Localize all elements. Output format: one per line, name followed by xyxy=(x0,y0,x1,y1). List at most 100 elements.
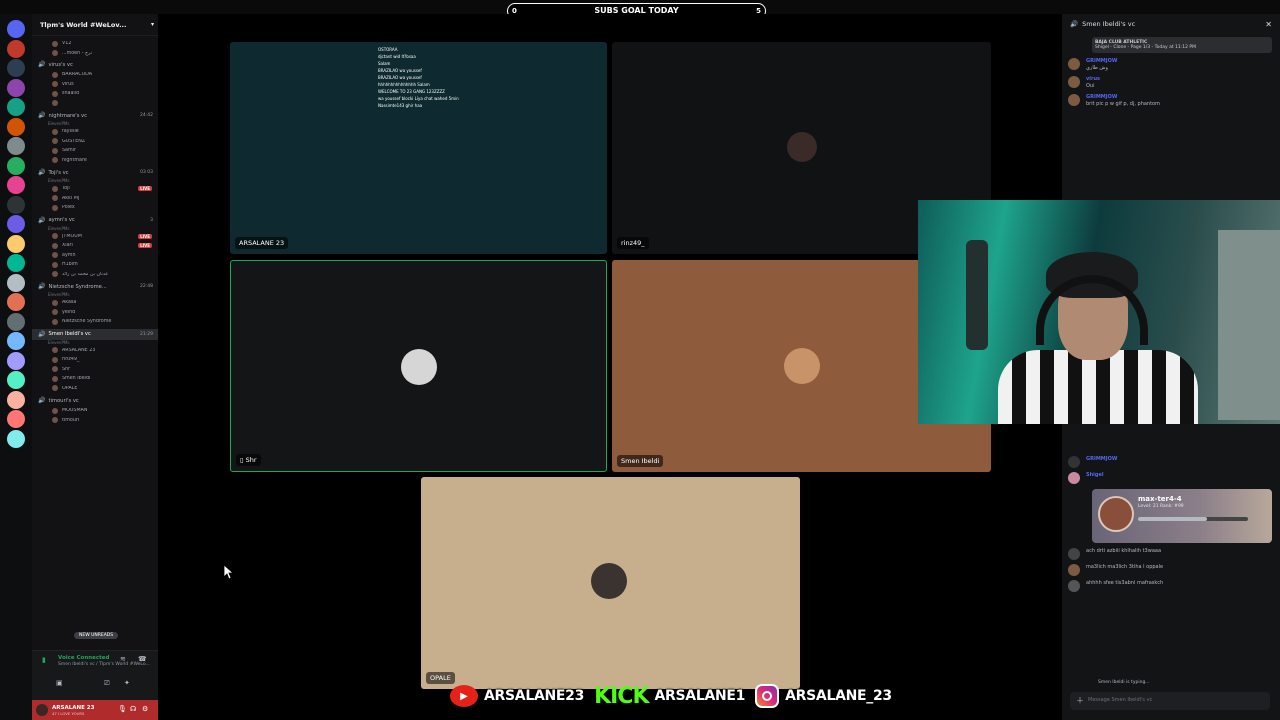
server-icon[interactable] xyxy=(7,20,25,38)
tile-label: Smen Ibeldi xyxy=(617,455,664,467)
member-row[interactable]: Samir xyxy=(32,146,158,156)
member-row[interactable]: GUSTENZ xyxy=(32,137,158,147)
headphones-icon[interactable]: ☊ xyxy=(130,705,136,713)
server-icon[interactable] xyxy=(7,234,25,253)
member-row[interactable]: rinz49_ xyxy=(32,355,158,365)
server-icon[interactable] xyxy=(7,273,25,292)
server-name: Tlpm's World #WeLov... xyxy=(40,20,127,29)
screen-share-icon[interactable]: ⎚ xyxy=(104,679,110,688)
video-tile-shr[interactable]: ▯ Shr xyxy=(230,260,607,472)
server-icon[interactable] xyxy=(7,332,25,350)
voice-connected-title: Voice Connected xyxy=(58,655,110,661)
server-icon[interactable] xyxy=(7,59,25,77)
video-tile-opale[interactable]: OPALE xyxy=(421,477,800,689)
server-icon[interactable] xyxy=(7,429,25,448)
member-name: Smen Ibeldi xyxy=(62,376,91,382)
noise-suppression-icon[interactable]: ≋ xyxy=(120,655,126,663)
typing-indicator: Smen Ibeldi is typing... xyxy=(1098,680,1150,685)
message-list-top: GRIMMJOW وش طاري virus Oui GRIMMJOW brit pic … xyxy=(1062,56,1280,110)
member-row[interactable]: ...moen - نرج xyxy=(32,49,158,59)
member-row[interactable]: Polex xyxy=(32,203,158,213)
member-row[interactable]: MOUSMAN xyxy=(32,406,158,416)
member-row[interactable]: Akki Mj xyxy=(32,194,158,204)
server-icon[interactable] xyxy=(7,156,25,175)
server-header[interactable]: Tlpm's World #WeLov... ▾ xyxy=(32,14,158,36)
member-row[interactable]: Shr xyxy=(32,365,158,375)
member-row[interactable]: timouri xyxy=(32,416,158,426)
server-icon[interactable] xyxy=(7,371,25,389)
mic-icon[interactable]: 🎙 xyxy=(118,705,127,713)
avatar xyxy=(52,204,58,211)
member-row[interactable]: JTMOUM LIVE xyxy=(32,232,158,242)
server-icon[interactable] xyxy=(7,312,25,331)
message-author[interactable]: GRIMMJOW xyxy=(1086,94,1157,101)
disconnect-icon[interactable]: ☎ xyxy=(138,655,147,663)
member-row[interactable]: Akasa xyxy=(32,298,158,308)
server-icon[interactable] xyxy=(7,390,25,409)
avatar xyxy=(52,40,58,47)
server-icon[interactable] xyxy=(7,195,25,214)
video-tile-arsalane[interactable]: OSTORAA djctant wid It?bsaa Salam BRAZILAO … xyxy=(230,42,607,254)
member-row[interactable]: Nietzsche Syndrome xyxy=(32,317,158,327)
avatar xyxy=(1068,580,1080,592)
member-row[interactable]: nightmare xyxy=(32,156,158,166)
voice-channel-row[interactable]: 🔊 nightmare's vc 24:42 xyxy=(32,110,158,121)
add-attachment-icon[interactable]: ＋ xyxy=(1076,695,1084,706)
server-icon[interactable] xyxy=(7,215,25,233)
member-row[interactable]: Smen Ibeldi xyxy=(32,374,158,384)
avatar xyxy=(52,185,58,192)
member-row[interactable]: virus xyxy=(32,80,158,90)
new-unreads-pill[interactable]: NEW UNREADS xyxy=(74,632,119,639)
server-icon[interactable] xyxy=(7,254,25,272)
member-row[interactable]: yeind xyxy=(32,308,158,318)
member-row[interactable]: عدنان بن محمد بن رائد xyxy=(32,270,158,280)
member-row[interactable]: ARSALANE 23 xyxy=(32,346,158,356)
rank-card: max-ter4-4 Level: 21 Rank: #99 xyxy=(1092,489,1272,543)
server-icon[interactable] xyxy=(7,78,25,97)
voice-channel-row[interactable]: 🔊 Toji's vc 03 03 xyxy=(32,167,158,178)
voice-channel-count: 21:29 xyxy=(140,331,153,337)
member-row[interactable]: Toji LIVE xyxy=(32,184,158,194)
chat-message: Shigel xyxy=(1062,470,1280,486)
speaker-icon: 🔊 xyxy=(38,397,46,404)
avatar xyxy=(1068,58,1080,70)
voice-channel: 🔊 Smen Ibeldi's vc 21:29 ElevenPMs ARSALANE … xyxy=(32,328,158,395)
signal-icon[interactable]: ▮ xyxy=(42,656,46,664)
member-row[interactable]: fayssle xyxy=(32,127,158,137)
member-row[interactable]: aymn xyxy=(32,251,158,261)
screen-chat-line: hhhhhhhhhhhhhhh Salam xyxy=(378,82,430,87)
server-icon[interactable] xyxy=(7,176,25,194)
member-row[interactable]: snaaild xyxy=(32,89,158,99)
member-row[interactable]: OPALE xyxy=(32,384,158,394)
voice-channel-row[interactable]: 🔊 Nietzsche Syndrome... 22:48 xyxy=(32,281,158,292)
close-icon[interactable]: ✕ xyxy=(1265,20,1272,29)
server-icon[interactable] xyxy=(7,39,25,58)
message-author[interactable]: virus xyxy=(1086,76,1100,83)
member-row[interactable] xyxy=(32,99,158,109)
member-row[interactable]: H1bim xyxy=(32,260,158,270)
server-icon[interactable] xyxy=(7,137,25,155)
message-author[interactable]: GRIMMJOW xyxy=(1086,58,1117,65)
message-input[interactable]: ＋ Message Smen Ibeldi's vc xyxy=(1070,692,1270,710)
speaker-icon: 🔊 xyxy=(38,61,46,68)
member-row[interactable]: BARRACUDA xyxy=(32,70,158,80)
server-icon[interactable] xyxy=(7,293,25,311)
voice-channel-row[interactable]: 🔊 virus's vc xyxy=(32,59,158,70)
member-row[interactable]: V12 xyxy=(32,39,158,49)
server-icon[interactable] xyxy=(7,351,25,370)
user-panel[interactable]: ARSALANE 23 47 I LOVE YOURS 🎙 ☊ ⚙ xyxy=(32,700,158,720)
voice-channel-row[interactable]: 🔊 timouri's vc xyxy=(32,395,158,406)
gear-icon[interactable]: ⚙ xyxy=(142,705,148,713)
chevron-down-icon[interactable]: ▾ xyxy=(151,21,154,28)
member-row[interactable]: Xiari LIVE xyxy=(32,241,158,251)
pinned-card[interactable]: BAJA CLUB ATHLETIC Shigel - Clone - Page… xyxy=(1092,37,1272,53)
server-icon[interactable] xyxy=(7,410,25,428)
camera-icon[interactable]: ▣ xyxy=(56,679,63,687)
avatar xyxy=(52,356,58,363)
server-icon[interactable] xyxy=(7,117,25,136)
rank-card-name: max-ter4-4 xyxy=(1138,495,1182,503)
activity-icon[interactable]: ✦ xyxy=(124,679,130,687)
voice-channel-row[interactable]: 🔊 Smen Ibeldi's vc 21:29 xyxy=(32,328,158,340)
server-icon[interactable] xyxy=(7,98,25,116)
voice-channel-row[interactable]: 🔊 aymn's vc 3 xyxy=(32,215,158,226)
